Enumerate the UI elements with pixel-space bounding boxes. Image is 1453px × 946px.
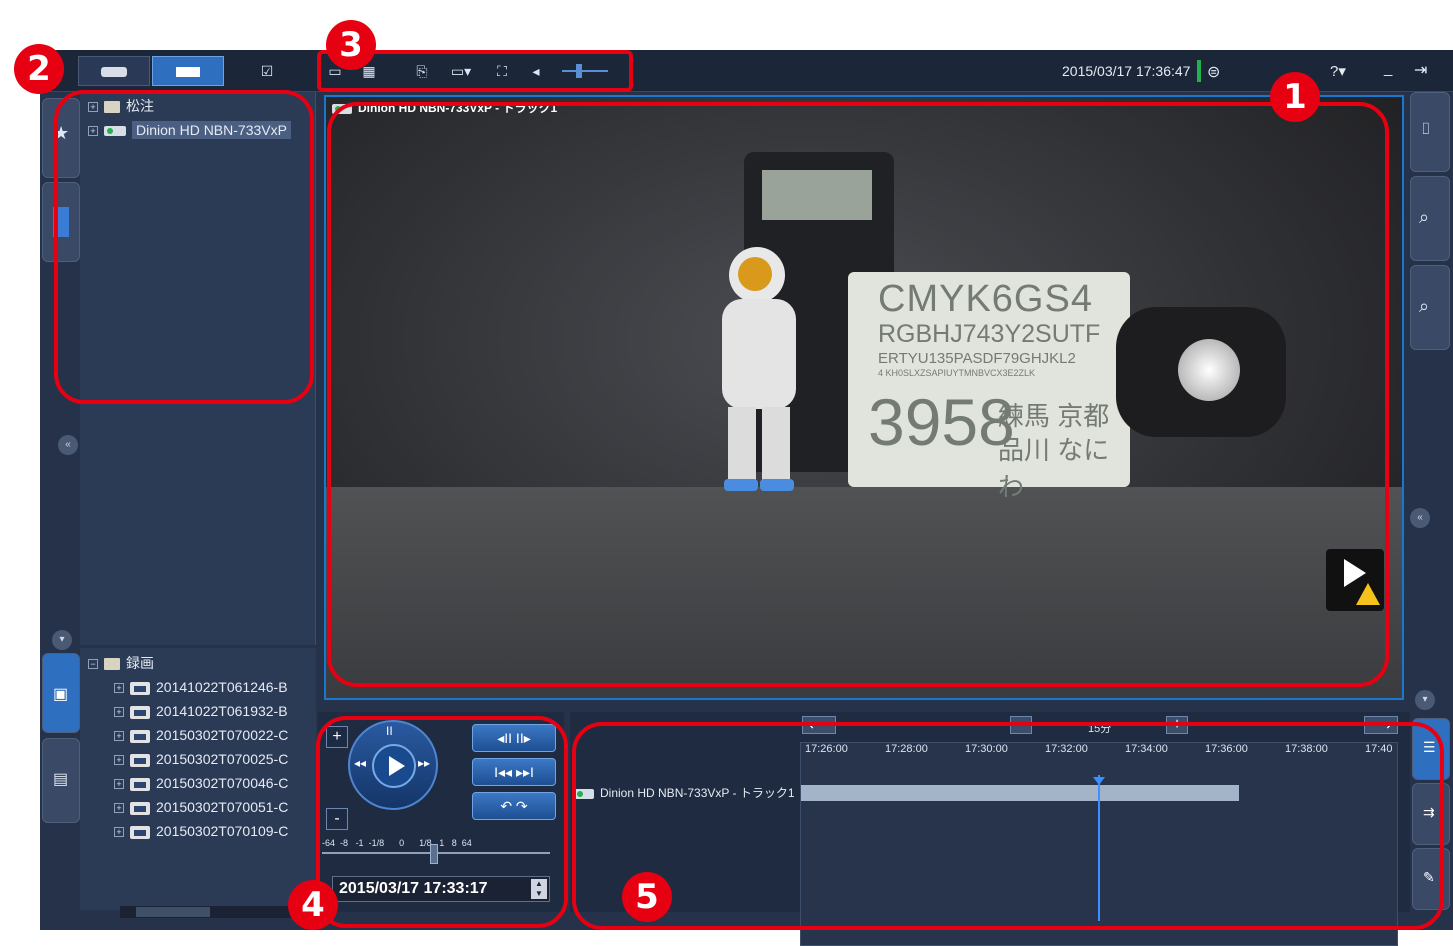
iva-search-button[interactable]: ⌕ [1410, 265, 1450, 350]
collapse-down-icon[interactable]: ▾ [52, 630, 72, 650]
recording-label: 20150302T070025-C [156, 751, 289, 767]
recordings-panel: − 録画 +20141022T061246-B +20141022T061932-… [80, 648, 316, 918]
status-indicator [1197, 60, 1201, 82]
recording-item[interactable]: +20141022T061932-B [114, 700, 288, 722]
recording-label: 20150302T070109-C [156, 823, 289, 839]
recording-label: 20141022T061246-B [156, 679, 288, 695]
expand-icon[interactable]: + [114, 755, 124, 766]
annotation-badge-3: 3 [326, 20, 376, 70]
recordings-tab[interactable]: ▣ [42, 653, 80, 733]
recording-item[interactable]: +20150302T070046-C [114, 772, 288, 794]
tab-live[interactable] [78, 56, 150, 86]
recording-label: 20150302T070046-C [156, 775, 289, 791]
hdd-icon: ⊜ [1207, 64, 1221, 81]
search-person-icon: ⌕ [1419, 207, 1430, 227]
recordings-root-label: 録画 [126, 655, 154, 671]
annotation-box-2 [54, 90, 314, 404]
scrollbar-thumb[interactable] [136, 907, 210, 917]
help-icon[interactable]: ?▾ [1330, 62, 1346, 80]
snapshot-folder-icon: ▤ [53, 771, 69, 788]
expand-icon[interactable]: + [114, 779, 124, 790]
minimize-button[interactable]: _ [1384, 60, 1392, 77]
logout-icon[interactable]: ⇥ [1414, 60, 1427, 80]
recording-item[interactable]: +20150302T070022-C [114, 724, 288, 746]
recording-item[interactable]: +20150302T070109-C [114, 820, 288, 842]
expand-icon[interactable]: + [114, 827, 124, 838]
annotation-box-1 [327, 102, 1389, 687]
collapse-right-icon[interactable]: « [1410, 508, 1430, 528]
film-icon [176, 67, 200, 77]
recording-icon [130, 729, 150, 743]
current-datetime: 2015/03/17 17:36:47 [1062, 63, 1191, 79]
snapshot-button[interactable]: ⌷ [1410, 92, 1450, 172]
expand-icon[interactable]: + [114, 803, 124, 814]
camera-icon [101, 67, 127, 77]
recording-icon [130, 777, 150, 791]
annotation-box-4 [316, 716, 568, 928]
forensic-search-button[interactable]: ⌕ [1410, 176, 1450, 261]
collapse-left-icon[interactable]: « [58, 435, 78, 455]
annotation-badge-1: 1 [1270, 72, 1320, 122]
recording-icon [130, 753, 150, 767]
horizontal-scrollbar[interactable] [120, 906, 316, 918]
recording-label: 20141022T061932-B [156, 703, 288, 719]
annotation-box-5 [572, 722, 1444, 930]
recording-label: 20150302T070051-C [156, 799, 289, 815]
recording-label: 20150302T070022-C [156, 727, 289, 743]
iva-search-icon: ⌕ [1419, 296, 1430, 316]
recording-icon [130, 705, 150, 719]
recording-item[interactable]: +20141022T061246-B [114, 676, 288, 698]
main-toolbar: ☑ ▭ ▦ ⎘ ▭▾ ⛶ ◂ 2015/03/17 17:36:47 ⊜ ?▾ … [40, 50, 1453, 92]
recordings-root[interactable]: − 録画 [88, 652, 154, 674]
expand-icon[interactable]: + [114, 707, 124, 718]
recording-item[interactable]: +20150302T070051-C [114, 796, 288, 818]
snapshot-tab[interactable]: ▤ [42, 738, 80, 823]
expand-icon[interactable]: + [114, 683, 124, 694]
recording-item[interactable]: +20150302T070025-C [114, 748, 288, 770]
recording-icon [130, 681, 150, 695]
checkbox-icon[interactable]: ☑ [255, 56, 279, 86]
recording-folder-icon: ▣ [53, 686, 69, 703]
tab-playback[interactable] [152, 56, 224, 86]
collapse-timeline-icon[interactable]: ▾ [1415, 690, 1435, 710]
expand-icon[interactable]: + [114, 731, 124, 742]
folder-icon [104, 658, 120, 671]
recording-icon [130, 801, 150, 815]
annotation-badge-5: 5 [622, 872, 672, 922]
annotation-badge-4: 4 [288, 880, 338, 930]
recording-icon [130, 825, 150, 839]
camera-snapshot-icon: ⌷ [1421, 121, 1431, 138]
annotation-badge-2: 2 [14, 44, 64, 94]
collapse-icon[interactable]: − [88, 659, 98, 670]
